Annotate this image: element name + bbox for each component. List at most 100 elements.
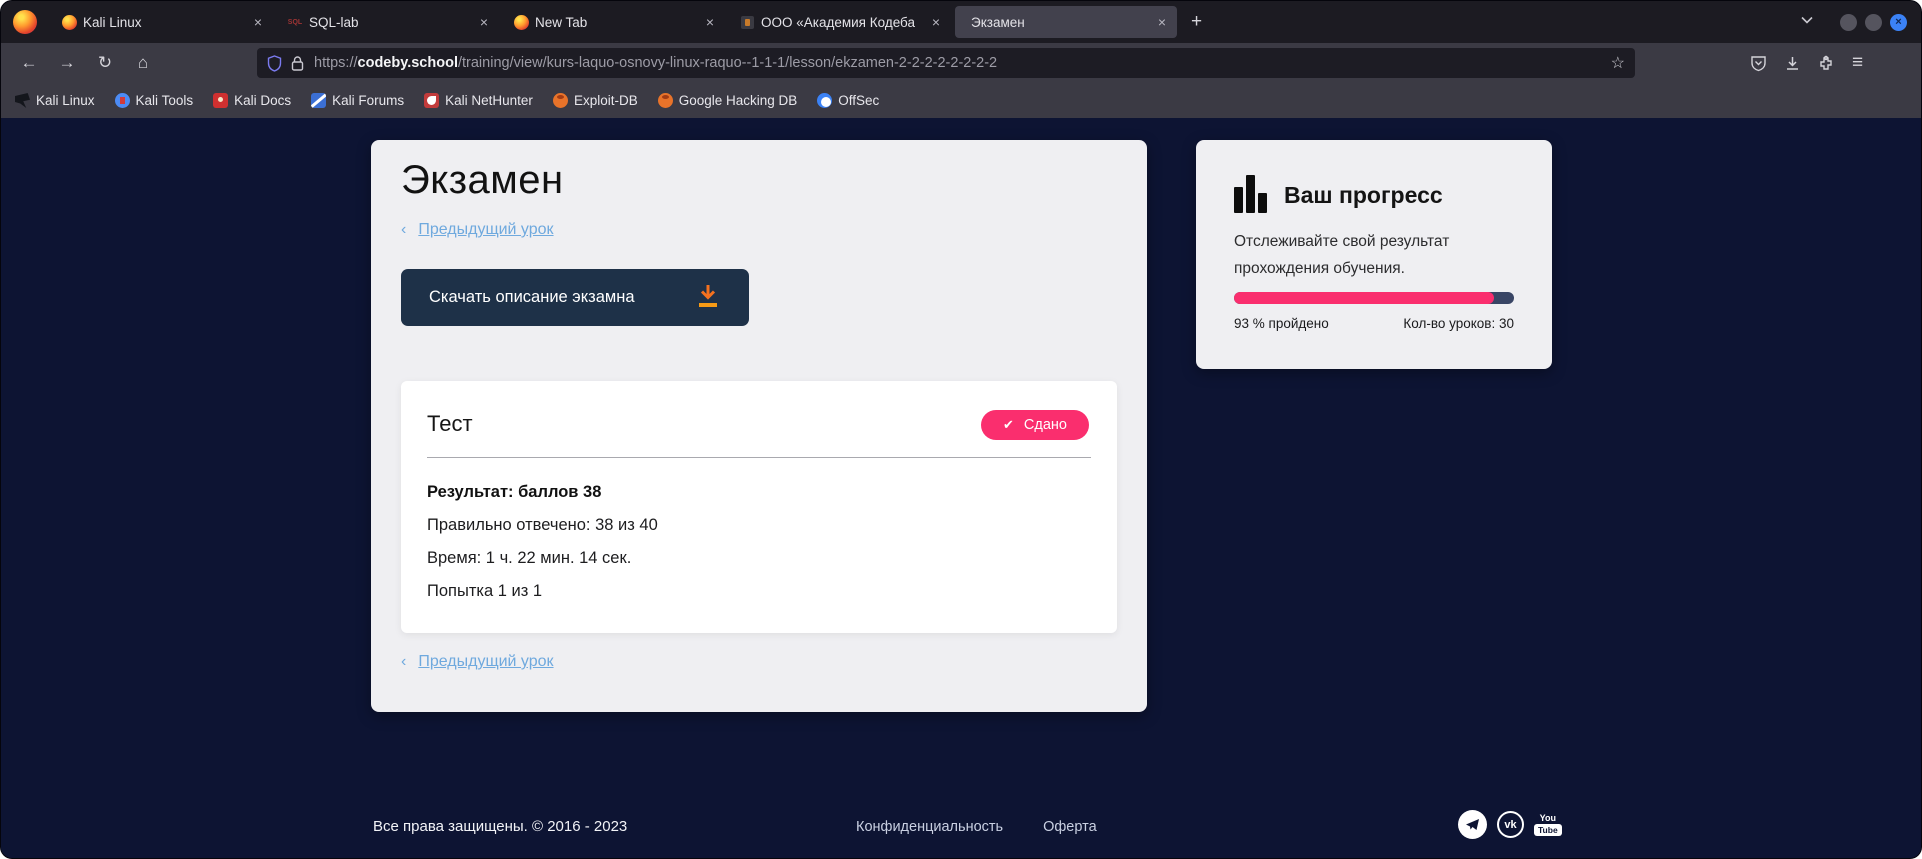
page-title: Экзамен	[401, 158, 564, 203]
telegram-icon[interactable]	[1458, 810, 1487, 839]
progress-percent-label: 93 % пройдено	[1234, 316, 1329, 331]
kali-tools-icon	[115, 93, 130, 108]
bookmark-kali-forums[interactable]: Kali Forums	[311, 93, 404, 108]
progress-labels: 93 % пройдено Кол-во уроков: 30	[1234, 316, 1514, 331]
url-bar[interactable]: https://codeby.school/training/view/kurs…	[257, 48, 1635, 78]
downloads-icon[interactable]	[1784, 55, 1801, 72]
bookmark-label: Kali Linux	[36, 93, 95, 108]
social-icons: vk YouTube	[1458, 810, 1562, 839]
passed-status-badge: ✔ Сдано	[981, 410, 1089, 440]
exploit-db-bug-icon	[553, 93, 568, 108]
bookmark-kali-docs[interactable]: Kali Docs	[213, 93, 291, 108]
extensions-puzzle-icon[interactable]	[1818, 55, 1835, 72]
check-icon: ✔	[1003, 417, 1014, 433]
url-domain: codeby.school	[358, 55, 458, 71]
test-title: Тест	[427, 411, 473, 437]
result-correct: Правильно отвечено: 38 из 40	[427, 516, 658, 535]
tab-kali-linux[interactable]: Kali Linux ×	[51, 6, 273, 38]
bookmark-offsec[interactable]: OffSec	[817, 93, 879, 108]
result-score: Результат: баллов 38	[427, 483, 658, 502]
result-attempt: Попытка 1 из 1	[427, 582, 658, 601]
previous-lesson-link-top[interactable]: ‹ Предыдущий урок	[401, 221, 554, 239]
tab-title: Kali Linux	[83, 15, 245, 30]
bookmark-kali-linux[interactable]: Kali Linux	[15, 93, 95, 108]
url-text[interactable]: https://codeby.school/training/view/kurs…	[314, 55, 1611, 71]
bookmark-star-icon[interactable]: ☆	[1611, 53, 1625, 73]
chevron-left-icon: ‹	[401, 653, 406, 671]
vk-icon[interactable]: vk	[1497, 811, 1524, 838]
bookmark-exploit-db[interactable]: Exploit-DB	[553, 93, 638, 108]
kali-dragon-icon	[15, 93, 30, 108]
footer-copyright: Все права защищены. © 2016 - 2023	[373, 818, 627, 835]
bookmark-label: Kali Tools	[136, 93, 194, 108]
progress-description: Отслеживайте свой результат прохождения …	[1234, 228, 1504, 282]
tab-title: Экзамен	[971, 15, 1149, 30]
tracking-shield-icon[interactable]	[267, 55, 282, 72]
reload-button[interactable]: ↻	[91, 49, 119, 77]
close-tab-icon[interactable]: ×	[703, 14, 717, 30]
close-tab-icon[interactable]: ×	[1155, 14, 1169, 30]
download-exam-description-button[interactable]: Скачать описание экзамна	[401, 269, 749, 326]
previous-lesson-label: Предыдущий урок	[418, 653, 553, 671]
bar-chart-icon	[1234, 175, 1268, 213]
lessons-count-label: Кол-во уроков: 30	[1403, 316, 1514, 331]
menu-hamburger-icon[interactable]: ≡	[1852, 52, 1863, 74]
minimize-button[interactable]	[1840, 14, 1857, 31]
page-content: Экзамен ‹ Предыдущий урок Скачать описан…	[1, 118, 1921, 859]
toolbar-icons: ≡	[1750, 52, 1863, 74]
download-arrow-icon	[695, 282, 721, 314]
kali-forums-icon	[311, 93, 326, 108]
url-scheme: https://	[314, 55, 358, 71]
tab-new-tab[interactable]: New Tab ×	[503, 6, 725, 38]
close-tab-icon[interactable]: ×	[251, 14, 265, 30]
pocket-shield-icon[interactable]	[1750, 55, 1767, 72]
download-button-label: Скачать описание экзамна	[429, 288, 695, 307]
close-tab-icon[interactable]: ×	[929, 14, 943, 30]
tab-ekzamen-active[interactable]: Экзамен ×	[955, 6, 1177, 38]
bookmark-label: Exploit-DB	[574, 93, 638, 108]
youtube-icon[interactable]: YouTube	[1534, 813, 1562, 836]
firefox-favicon-icon	[513, 14, 529, 30]
progress-bar-fill	[1234, 292, 1494, 304]
window-close-button[interactable]: ×	[1890, 14, 1907, 31]
bookmark-kali-tools[interactable]: Kali Tools	[115, 93, 194, 108]
bookmark-label: OffSec	[838, 93, 879, 108]
privacy-link[interactable]: Конфиденциальность	[856, 819, 1003, 835]
bookmark-kali-nethunter[interactable]: Kali NetHunter	[424, 93, 533, 108]
tab-academy[interactable]: ООО «Академия Кодеба ×	[729, 6, 951, 38]
result-lines: Результат: баллов 38 Правильно отвечено:…	[427, 483, 658, 601]
bookmark-label: Kali Docs	[234, 93, 291, 108]
previous-lesson-label: Предыдущий урок	[418, 221, 553, 239]
navigation-toolbar: ← → ↻ ⌂ https://codeby.school/training/v…	[1, 43, 1921, 83]
progress-card: Ваш прогресс Отслеживайте свой результат…	[1196, 140, 1552, 369]
bookmark-label: Kali Forums	[332, 93, 404, 108]
bookmarks-bar: Kali Linux Kali Tools Kali Docs Kali For…	[1, 83, 1921, 118]
offer-link[interactable]: Оферта	[1043, 819, 1097, 835]
back-button[interactable]: ←	[15, 49, 43, 77]
new-tab-button[interactable]: +	[1181, 9, 1212, 35]
divider	[427, 457, 1091, 458]
exam-card: Экзамен ‹ Предыдущий урок Скачать описан…	[371, 140, 1147, 712]
bookmark-google-hacking-db[interactable]: Google Hacking DB	[658, 93, 798, 108]
footer-links: Конфиденциальность Оферта	[856, 819, 1097, 835]
lock-icon[interactable]	[291, 56, 304, 71]
list-tabs-chevron-icon[interactable]	[1800, 13, 1814, 32]
firefox-favicon-icon	[61, 14, 77, 30]
badge-label: Сдано	[1024, 417, 1067, 433]
close-tab-icon[interactable]: ×	[477, 14, 491, 30]
browser-window: Kali Linux × SQL SQL-lab × New Tab × ООО…	[0, 0, 1922, 859]
progress-title: Ваш прогресс	[1284, 182, 1443, 209]
progress-bar-track	[1234, 292, 1514, 304]
home-button[interactable]: ⌂	[129, 49, 157, 77]
tab-sql-lab[interactable]: SQL SQL-lab ×	[277, 6, 499, 38]
forward-button[interactable]: →	[53, 49, 81, 77]
offsec-icon	[817, 93, 832, 108]
window-controls: ×	[1840, 14, 1907, 31]
kali-docs-icon	[213, 93, 228, 108]
previous-lesson-link-bottom[interactable]: ‹ Предыдущий урок	[401, 653, 554, 671]
url-path: /training/view/kurs-laquo-osnovy-linux-r…	[458, 55, 997, 71]
maximize-button[interactable]	[1865, 14, 1882, 31]
bookmark-label: Kali NetHunter	[445, 93, 533, 108]
academy-favicon-icon	[739, 14, 755, 30]
result-time: Время: 1 ч. 22 мин. 14 сек.	[427, 549, 658, 568]
